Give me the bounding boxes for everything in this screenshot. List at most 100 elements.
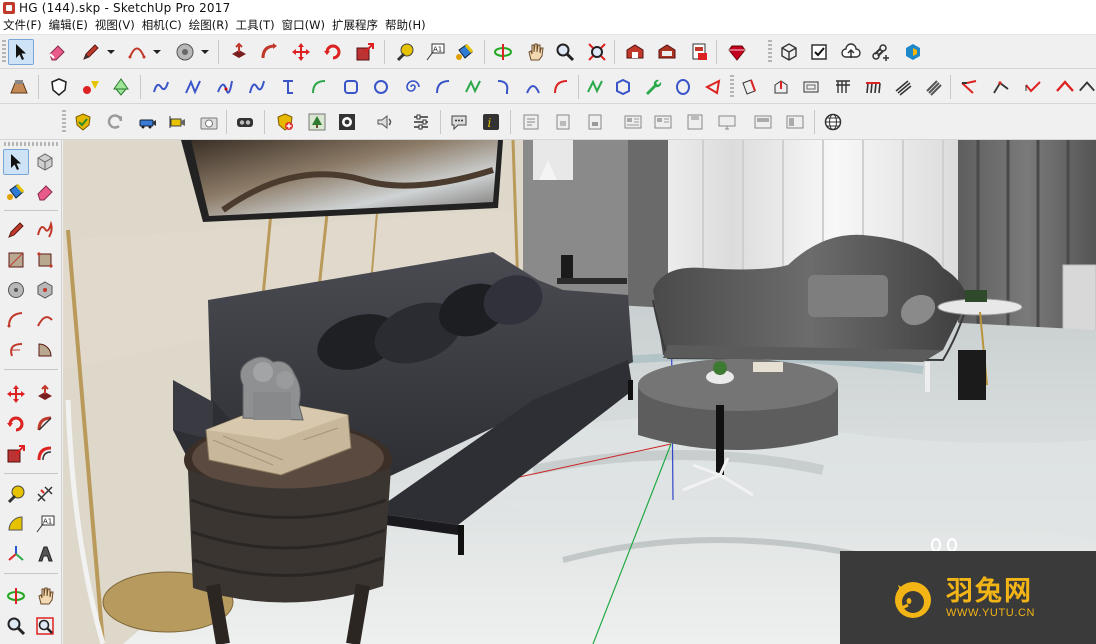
line-tool-green[interactable] — [582, 74, 608, 100]
curve-tool-1[interactable] — [148, 74, 174, 100]
ellipse-tool[interactable] — [670, 74, 696, 100]
knife-tool[interactable] — [956, 74, 982, 100]
menu-view[interactable]: 视图(V) — [92, 17, 139, 33]
shield-button[interactable] — [46, 74, 72, 100]
doc-button-e[interactable] — [650, 109, 676, 135]
camera-button[interactable] — [196, 109, 222, 135]
menu-draw[interactable]: 绘图(R) — [186, 17, 233, 33]
left-zoom-tool[interactable] — [3, 613, 29, 639]
arc-tool-e[interactable] — [548, 74, 574, 100]
doc-button-h[interactable] — [750, 109, 776, 135]
square-tool[interactable] — [338, 74, 364, 100]
left-push-pull-tool[interactable] — [32, 381, 58, 407]
arc-tool-d[interactable] — [520, 74, 546, 100]
doc-button-b[interactable] — [550, 109, 576, 135]
protractor-dropdown[interactable] — [198, 39, 212, 65]
3d-warehouse-button[interactable] — [622, 39, 648, 65]
curve-tool-6[interactable] — [306, 74, 332, 100]
extrude-tool-b[interactable] — [768, 74, 794, 100]
blinds-tool[interactable] — [920, 74, 946, 100]
left-zoom-window-tool[interactable] — [32, 613, 58, 639]
camera-lens-button[interactable] — [334, 109, 360, 135]
curve-tool-3[interactable] — [212, 74, 238, 100]
left-orbit-tool[interactable] — [3, 583, 29, 609]
doc-button-a[interactable] — [518, 109, 544, 135]
left-pencil-tool[interactable] — [3, 217, 29, 243]
extension-warehouse-button[interactable] — [654, 39, 680, 65]
geolocation-globe-button[interactable] — [820, 109, 846, 135]
doc-button-f[interactable] — [682, 109, 708, 135]
left-make-component-tool[interactable] — [32, 149, 58, 175]
wrench-tool[interactable] — [640, 74, 666, 100]
fence-tool[interactable] — [890, 74, 916, 100]
menu-help[interactable]: 帮助(H) — [382, 17, 430, 33]
left-move-tool[interactable] — [3, 381, 29, 407]
arc-dropdown[interactable] — [150, 39, 164, 65]
curve-tool-2[interactable] — [180, 74, 206, 100]
triangle-tool[interactable] — [700, 74, 726, 100]
curve-tool-5[interactable] — [276, 74, 302, 100]
left-circle-tool[interactable] — [3, 277, 29, 303]
rotate-tool-button[interactable] — [320, 39, 346, 65]
checkmark-button[interactable] — [806, 39, 832, 65]
toolbar-grip[interactable] — [730, 75, 734, 99]
curve-tool-4[interactable] — [244, 74, 270, 100]
left-arc-tool[interactable] — [3, 307, 29, 333]
menu-window[interactable]: 窗口(W) — [279, 17, 329, 33]
scale-tool-button[interactable] — [352, 39, 378, 65]
left-scale-tool[interactable] — [3, 441, 29, 467]
ruby-console-button[interactable] — [724, 39, 750, 65]
left-polygon-tool[interactable] — [32, 277, 58, 303]
spiral-tool[interactable] — [398, 74, 424, 100]
component-shield-button[interactable] — [70, 109, 96, 135]
left-paint-bucket-tool[interactable] — [3, 179, 29, 205]
protractor-tool-button[interactable] — [172, 39, 198, 65]
arc-tool-a[interactable] — [430, 74, 456, 100]
doc-button-d[interactable] — [620, 109, 646, 135]
orbit-tool-button[interactable] — [490, 39, 516, 65]
zoom-tool-button[interactable] — [552, 39, 578, 65]
menu-file[interactable]: 文件(F) — [0, 17, 46, 33]
toolbar-overflow[interactable] — [1078, 74, 1096, 100]
tree-button[interactable] — [108, 74, 134, 100]
toolbar-grip[interactable] — [768, 40, 772, 64]
zoom-extents-tool-button[interactable] — [584, 39, 610, 65]
left-tape-measure-tool[interactable] — [3, 481, 29, 507]
left-dimension-tool[interactable] — [32, 481, 58, 507]
component-options-button[interactable] — [776, 39, 802, 65]
menu-tools[interactable]: 工具(T) — [233, 17, 279, 33]
left-freehand-tool[interactable] — [32, 217, 58, 243]
vr-goggles-button[interactable] — [232, 109, 258, 135]
select-tool-button[interactable] — [8, 39, 34, 65]
left-pie-tool[interactable] — [32, 337, 58, 363]
move-tool-button[interactable] — [288, 39, 314, 65]
toolbar-grip[interactable] — [62, 110, 66, 134]
left-3d-text-tool[interactable] — [32, 541, 58, 567]
extrude-tool-c[interactable] — [798, 74, 824, 100]
eraser-tool-button[interactable] — [44, 39, 70, 65]
tape-measure-tool-button[interactable] — [392, 39, 418, 65]
sandbox-button[interactable] — [6, 74, 32, 100]
gradient-button[interactable] — [78, 74, 104, 100]
left-axes-tool[interactable] — [3, 541, 29, 567]
rail-tool[interactable] — [860, 74, 886, 100]
left-three-point-arc-tool[interactable] — [3, 337, 29, 363]
cloud-upload-button[interactable] — [838, 39, 864, 65]
trimble-connect-button[interactable] — [900, 39, 926, 65]
settings-sliders-button[interactable] — [408, 109, 434, 135]
add-link-button[interactable] — [868, 39, 894, 65]
info-button[interactable]: i — [478, 109, 504, 135]
doc-button-c[interactable] — [582, 109, 608, 135]
text-tool-button[interactable]: A1 — [422, 39, 448, 65]
left-eraser-tool[interactable] — [32, 179, 58, 205]
polygon-tool[interactable] — [610, 74, 636, 100]
left-two-point-arc-tool[interactable] — [32, 307, 58, 333]
arc-tool-button[interactable] — [124, 39, 150, 65]
cut-tool-b[interactable] — [1020, 74, 1046, 100]
pencil-tool-button[interactable] — [78, 39, 104, 65]
pan-tool-button[interactable] — [522, 39, 548, 65]
paint-bucket-tool-button[interactable] — [452, 39, 478, 65]
cut-tool-a[interactable] — [988, 74, 1014, 100]
left-rotated-rectangle-tool[interactable] — [32, 247, 58, 273]
camera-car-button[interactable] — [134, 109, 160, 135]
